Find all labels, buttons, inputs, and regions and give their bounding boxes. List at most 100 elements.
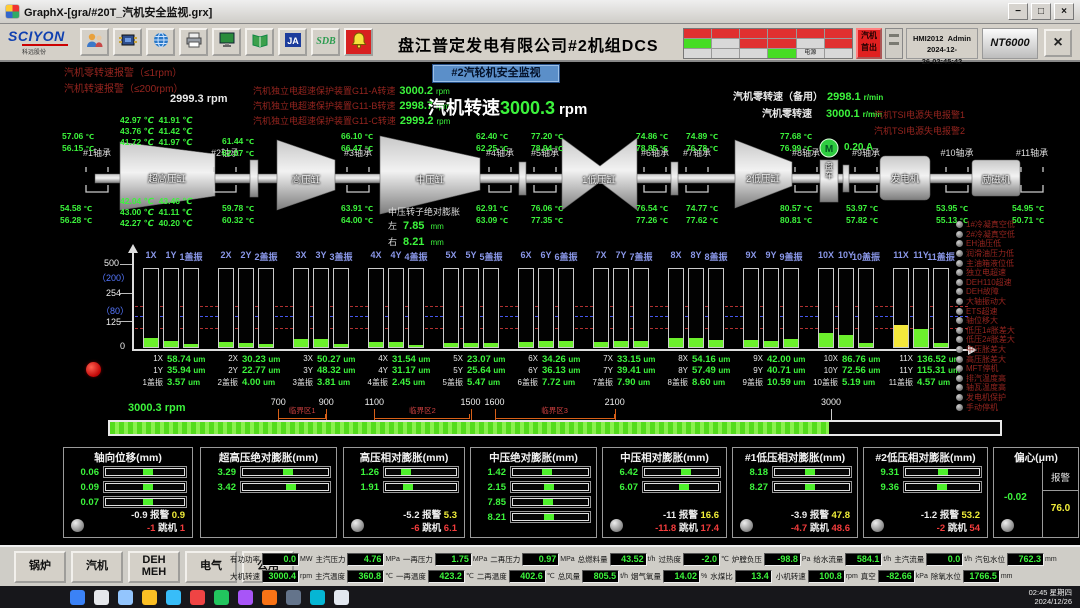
panel-bar-row: 3.29	[206, 465, 331, 479]
vibration-value-label: 6盖振	[508, 377, 538, 388]
vibration-bar	[388, 268, 404, 348]
vibration-value-label: 1Y	[133, 366, 163, 375]
svg-text:SDB: SDB	[316, 36, 336, 47]
ja-button[interactable]: JA	[278, 28, 307, 56]
ip-rotor-expansion: 中压转子绝对膨胀左7.85mm右8.21mm	[388, 206, 460, 251]
vibration-bar-label: 10盖振	[852, 250, 880, 263]
status-value: 0.0	[926, 553, 963, 566]
alarm-grid-cell: 电源	[797, 49, 824, 58]
taskbar-clock[interactable]: 02:45 星期四 2024/12/26	[1029, 588, 1072, 606]
vibration-bar-fill	[444, 343, 458, 347]
vibration-bar-label: 11盖振	[927, 250, 955, 263]
printer-button[interactable]	[179, 28, 208, 56]
network-button[interactable]	[146, 28, 175, 56]
close-button[interactable]: ×	[1054, 3, 1074, 20]
vibration-bar-label: 9盖振	[779, 250, 802, 263]
vibration-value: 4.00 um	[242, 377, 275, 388]
bearing-temp-bottom: 54.58 ℃56.28 ℃	[60, 203, 92, 227]
nav-button-1[interactable]: 锅炉	[14, 551, 66, 583]
mail-icon[interactable]	[214, 590, 229, 605]
bearing-temp-bottom: 62.91 ℃63.09 ℃	[476, 203, 508, 227]
status-label: 主汽流量	[894, 554, 924, 565]
vibration-bar	[313, 268, 329, 348]
status-unit: MPa	[385, 556, 399, 563]
vibration-value: 7.90 um	[617, 377, 650, 388]
users-button[interactable]	[80, 28, 109, 56]
status-value: 100.8	[808, 570, 845, 583]
vibration-value-label: 4盖振	[358, 377, 388, 388]
hmi-info: HMI2012 Admin 2024-12-26 02:45:42	[906, 28, 978, 59]
nav-button-3[interactable]: DEH MEH	[128, 551, 180, 583]
status-unit: rpm	[846, 573, 858, 580]
status-bar: 锅炉汽机DEH MEH电气公用 有功功率0.0MW主汽压力4.76MPa一再压力…	[0, 545, 1080, 586]
y-axis-tick	[120, 321, 132, 322]
status-group: 二再压力0.97MPa	[490, 551, 574, 567]
status-group: 烟气氧量14.02%	[631, 568, 707, 584]
panel-alarm-limits: -3.9 报警 47.8	[791, 507, 850, 521]
status-value: 14.02	[663, 570, 700, 583]
book-button[interactable]	[245, 28, 274, 56]
vibration-value: 2.45 um	[392, 377, 425, 388]
nav-button-2[interactable]: 汽机	[71, 551, 123, 583]
turbine-first-out-button[interactable]: 汽机 首出	[856, 28, 882, 59]
status-label: 二再压力	[490, 554, 520, 565]
folder-icon[interactable]	[142, 590, 157, 605]
monitor-button[interactable]	[212, 28, 241, 56]
panel-status-lamp	[871, 519, 884, 532]
panel-alarm-limits: -0.9 报警 0.9	[131, 507, 185, 521]
minimize-button[interactable]: −	[1008, 3, 1028, 20]
status-group: 主汽温度360.8℃	[315, 568, 393, 584]
status-value: 1766.5	[963, 570, 1000, 583]
vibration-bar-fill	[409, 345, 423, 347]
sdb-button[interactable]: SDB	[311, 28, 340, 56]
notes-icon[interactable]	[334, 590, 349, 605]
vibration-value-label: 5Y	[433, 366, 463, 375]
motor-m-label: M	[825, 144, 833, 155]
panel-bar	[642, 466, 721, 478]
vibration-bar-label: 5Y	[465, 250, 476, 260]
vibration-bar	[593, 268, 609, 348]
chip-button[interactable]	[113, 28, 142, 56]
panel-bar-row: 0.06	[69, 465, 187, 479]
alarm-grid-cell	[768, 49, 795, 58]
exit-button[interactable]: ×	[1044, 29, 1072, 57]
settings-icon[interactable]	[262, 590, 277, 605]
status-value: 805.5	[582, 570, 619, 583]
vibration-value: 57.49 um	[692, 365, 730, 376]
vibration-value-label: 10盖振	[808, 377, 838, 388]
maximize-button[interactable]: □	[1031, 3, 1051, 20]
edge-icon[interactable]	[166, 590, 181, 605]
critical-zone-label: 临界区1	[289, 405, 316, 416]
page-tab[interactable]: #2汽轮机安全监视	[432, 64, 560, 83]
terminal-icon[interactable]	[286, 590, 301, 605]
alarm-bell-button[interactable]	[344, 28, 373, 56]
vibration-value: 22.77 um	[242, 365, 280, 376]
vibration-value: 34.26 um	[542, 354, 580, 365]
status-label: 二再温度	[477, 571, 507, 582]
measurement-panel: #1低压相对膨胀(mm)8.188.27-3.9 报警 47.8-4.7 跳机 …	[732, 447, 858, 538]
vibration-bar	[293, 268, 309, 348]
panel-bar	[903, 481, 982, 493]
status-label: 真空	[861, 571, 876, 582]
status-unit: Pa	[802, 556, 811, 563]
uhp-cylinder-temps-bottom: 42.04 ℃ 43.46 ℃43.00 ℃ 41.11 ℃42.27 ℃ 40…	[120, 196, 193, 229]
panel-bar	[383, 466, 459, 478]
critical-zone-label: 临界区2	[409, 405, 436, 416]
media-icon[interactable]	[310, 590, 325, 605]
alarm-grid-cell	[684, 49, 711, 58]
y-axis-tick	[120, 264, 132, 265]
clock-time: 02:45 星期四	[1029, 588, 1072, 597]
task-view-icon[interactable]	[118, 590, 133, 605]
store-icon[interactable]	[238, 590, 253, 605]
panel-bar-marker	[403, 484, 413, 490]
search-icon[interactable]	[94, 590, 109, 605]
alarm-status-dot	[956, 327, 963, 334]
alarm-grid-cell	[712, 39, 739, 48]
start-button[interactable]	[70, 590, 85, 605]
browser-icon[interactable]	[190, 590, 205, 605]
vibration-bar-label: 9Y	[765, 250, 776, 260]
mode-indicator	[885, 28, 903, 59]
status-group: 一再压力1.75MPa	[403, 551, 487, 567]
panel-status-lamp	[71, 519, 84, 532]
coupling-disc	[671, 162, 678, 195]
